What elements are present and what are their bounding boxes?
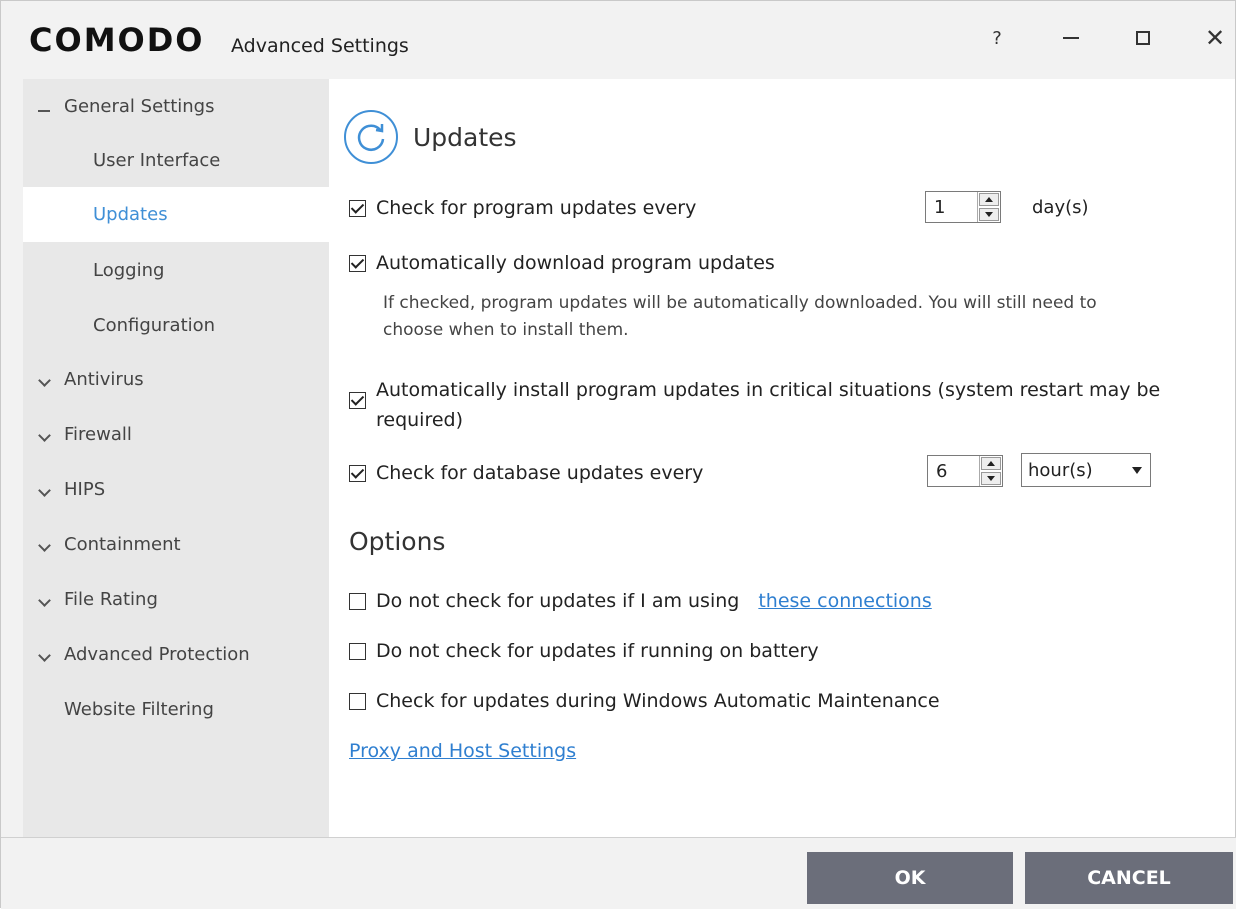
settings-content: Updates Check for program updates every … — [329, 79, 1235, 837]
sidebar-item-label: File Rating — [64, 589, 158, 610]
stepper-buttons — [977, 192, 1000, 222]
sidebar-item-user-interface[interactable]: User Interface — [23, 133, 329, 188]
page-title: Updates — [413, 122, 517, 152]
section-header: Updates — [343, 109, 517, 165]
description-line: If checked, program updates will be auto… — [383, 293, 1097, 313]
program-updates-value: 1 — [934, 196, 946, 218]
sidebar-item-configuration[interactable]: Configuration — [23, 298, 329, 353]
dialog-footer: OK CANCEL — [1, 837, 1236, 909]
sidebar-item-logging[interactable]: Logging — [23, 243, 329, 298]
sidebar-item-containment[interactable]: Containment — [23, 517, 329, 572]
minimize-icon — [1063, 37, 1079, 39]
database-updates-label: Check for database updates every — [376, 462, 704, 484]
maintenance-label: Check for updates during Windows Automat… — [376, 690, 940, 712]
advanced-settings-window: COMODO Advanced Settings ? ✕ General Set… — [0, 0, 1236, 909]
sidebar-item-updates[interactable]: Updates — [23, 187, 329, 242]
connections-label: Do not check for updates if I am using — [376, 590, 740, 612]
sidebar-item-general-settings[interactable]: General Settings — [23, 79, 329, 134]
comodo-logo: COMODO — [29, 21, 205, 59]
cancel-button[interactable]: CANCEL — [1025, 852, 1233, 904]
sidebar-item-label: Antivirus — [64, 369, 144, 390]
close-icon: ✕ — [1204, 24, 1226, 52]
window-title: Advanced Settings — [231, 35, 409, 57]
database-updates-value: 6 — [936, 460, 948, 482]
these-connections-link[interactable]: these connections — [758, 590, 931, 612]
stepper-up-button[interactable] — [979, 193, 999, 206]
stepper-down-button[interactable] — [979, 208, 999, 221]
select-value: hour(s) — [1028, 459, 1093, 481]
chevron-down-icon — [35, 534, 53, 555]
program-updates-stepper[interactable]: 1 — [925, 191, 1001, 223]
chevron-down-icon — [35, 589, 53, 610]
database-updates-stepper[interactable]: 6 — [927, 455, 1003, 487]
options-heading: Options — [349, 527, 446, 556]
auto-download-description: If checked, program updates will be auto… — [383, 290, 1183, 344]
collapse-icon — [35, 96, 53, 117]
chevron-down-icon — [35, 479, 53, 500]
sidebar-item-label: Firewall — [64, 424, 132, 445]
help-button[interactable]: ? — [979, 23, 1015, 53]
proxy-link-row: Proxy and Host Settings — [349, 740, 576, 762]
description-line: choose when to install them. — [383, 320, 629, 340]
battery-checkbox[interactable] — [349, 643, 366, 660]
battery-label: Do not check for updates if running on b… — [376, 640, 819, 662]
battery-option-row: Do not check for updates if running on b… — [349, 640, 819, 662]
stepper-down-button[interactable] — [981, 472, 1001, 485]
ok-button[interactable]: OK — [807, 852, 1013, 904]
maintenance-option-row: Check for updates during Windows Automat… — [349, 690, 940, 712]
maximize-button[interactable] — [1125, 23, 1161, 53]
chevron-down-icon — [35, 369, 53, 390]
auto-install-row: Automatically install program updates in… — [349, 375, 1160, 435]
maintenance-checkbox[interactable] — [349, 693, 366, 710]
program-updates-label: Check for program updates every — [376, 197, 697, 219]
database-interval-select[interactable]: hour(s) — [1021, 453, 1151, 487]
title-bar: COMODO Advanced Settings ? ✕ — [1, 1, 1236, 79]
database-updates-checkbox[interactable] — [349, 465, 366, 482]
label-line: Automatically install program updates in… — [376, 379, 1161, 401]
sidebar-item-label: Advanced Protection — [64, 644, 250, 665]
auto-install-label: Automatically install program updates in… — [376, 375, 1160, 435]
minimize-button[interactable] — [1053, 23, 1089, 53]
sidebar-item-hips[interactable]: HIPS — [23, 462, 329, 517]
sidebar-item-website-filtering[interactable]: Website Filtering — [23, 682, 329, 737]
sidebar-item-advanced-protection[interactable]: Advanced Protection — [23, 627, 329, 682]
connections-checkbox[interactable] — [349, 593, 366, 610]
proxy-host-settings-link[interactable]: Proxy and Host Settings — [349, 740, 576, 762]
sidebar-item-label: Containment — [64, 534, 181, 555]
sidebar-item-label: Logging — [93, 260, 165, 281]
refresh-icon — [344, 110, 398, 164]
auto-download-row: Automatically download program updates — [349, 252, 775, 274]
settings-sidebar: General Settings User Interface Updates … — [23, 79, 329, 837]
program-updates-checkbox[interactable] — [349, 200, 366, 217]
database-updates-row: Check for database updates every — [349, 462, 703, 484]
stepper-buttons — [979, 456, 1002, 486]
close-button[interactable]: ✕ — [1197, 23, 1233, 53]
sidebar-item-label: User Interface — [93, 150, 221, 171]
sidebar-item-label: Configuration — [93, 315, 216, 336]
sidebar-item-label: Updates — [93, 204, 168, 225]
stepper-up-button[interactable] — [981, 457, 1001, 470]
sidebar-item-antivirus[interactable]: Antivirus — [23, 352, 329, 407]
auto-install-checkbox[interactable] — [349, 392, 366, 409]
sidebar-item-file-rating[interactable]: File Rating — [23, 572, 329, 627]
chevron-down-icon — [35, 424, 53, 445]
chevron-down-icon — [35, 644, 53, 665]
sidebar-item-label: General Settings — [64, 96, 215, 117]
sidebar-item-label: Website Filtering — [64, 699, 214, 720]
program-updates-row: Check for program updates every — [349, 197, 696, 219]
auto-download-label: Automatically download program updates — [376, 252, 775, 274]
sidebar-item-label: HIPS — [64, 479, 106, 500]
connections-option-row: Do not check for updates if I am using t… — [349, 590, 932, 612]
sidebar-item-firewall[interactable]: Firewall — [23, 407, 329, 462]
maximize-icon — [1136, 31, 1150, 45]
help-icon: ? — [992, 27, 1002, 49]
dropdown-arrow-icon — [1124, 466, 1150, 474]
auto-download-checkbox[interactable] — [349, 255, 366, 272]
program-updates-unit: day(s) — [1032, 197, 1089, 218]
label-line: required) — [376, 409, 464, 431]
